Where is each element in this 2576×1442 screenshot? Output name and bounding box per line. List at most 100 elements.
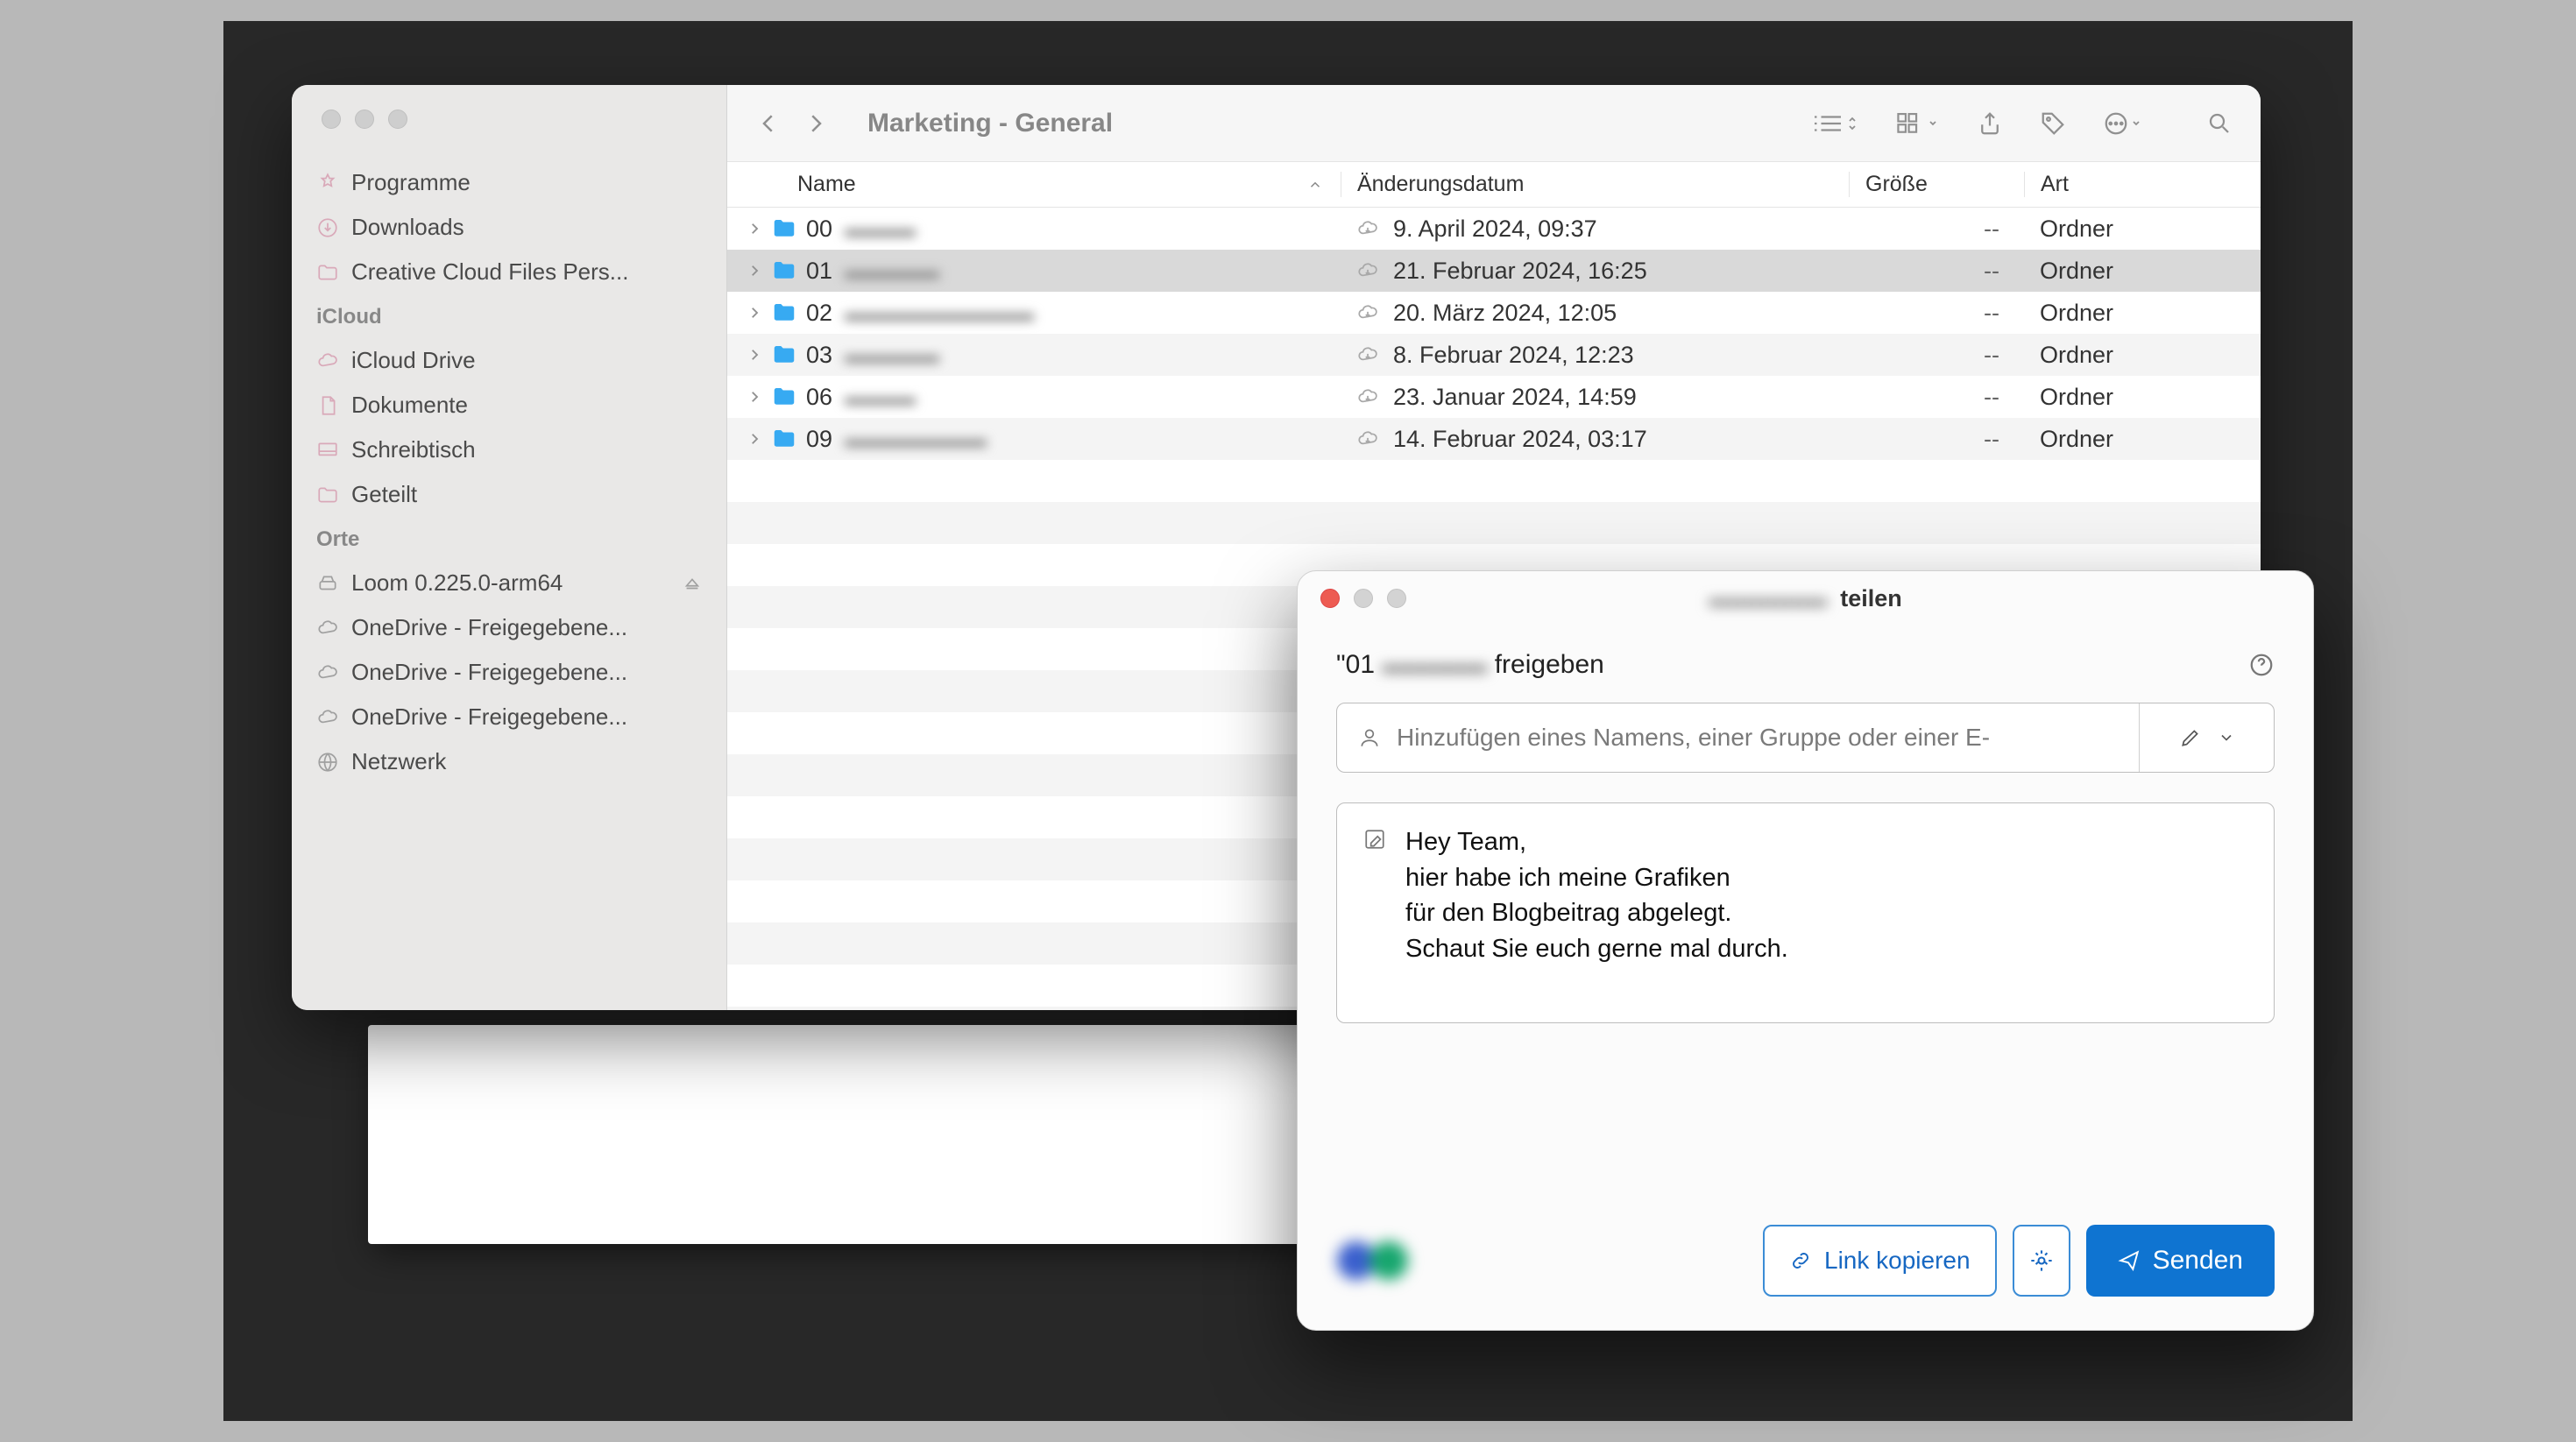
compose-icon: [1363, 828, 1386, 1001]
header-modified[interactable]: Änderungsdatum: [1341, 172, 1849, 197]
cloud-download-icon[interactable]: [1356, 217, 1379, 240]
apps-icon: [316, 172, 339, 194]
disclosure-chevron-icon[interactable]: [747, 305, 762, 321]
file-size: --: [1849, 258, 2024, 285]
header-name[interactable]: Name: [727, 172, 1341, 197]
folder-icon: [771, 342, 797, 368]
sidebar-item-netzwerk[interactable]: Netzwerk: [292, 739, 726, 784]
shared-avatars: [1336, 1241, 1433, 1281]
file-row[interactable]: 02▬▬▬▬▬▬▬▬20. März 2024, 12:05--Ordner: [727, 292, 2261, 334]
share-window-controls: [1320, 589, 1406, 608]
sidebar-item-downloads[interactable]: Downloads: [292, 205, 726, 250]
file-name-redacted: ▬▬▬▬: [845, 258, 939, 285]
sidebar-item-dokumente[interactable]: Dokumente: [292, 383, 726, 428]
disclosure-chevron-icon[interactable]: [747, 347, 762, 363]
minimize-button[interactable]: [1354, 589, 1373, 608]
download-icon: [316, 216, 339, 239]
file-date: 9. April 2024, 09:37: [1393, 216, 1597, 243]
file-date: 23. Januar 2024, 14:59: [1393, 384, 1637, 411]
sidebar-item-icloud-drive[interactable]: iCloud Drive: [292, 338, 726, 383]
share-message-box[interactable]: Hey Team, hier habe ich meine Grafiken f…: [1336, 802, 2275, 1023]
sidebar-group-orte: Orte: [292, 517, 726, 561]
close-button[interactable]: [322, 110, 341, 129]
sidebar-item-creative-cloud[interactable]: Creative Cloud Files Pers...: [292, 250, 726, 294]
view-list-button[interactable]: [1810, 110, 1859, 137]
file-kind: Ordner: [2024, 342, 2261, 369]
file-date: 20. März 2024, 12:05: [1393, 300, 1617, 327]
file-kind: Ordner: [2024, 384, 2261, 411]
disclosure-chevron-icon[interactable]: [747, 221, 762, 237]
cloud-download-icon[interactable]: [1356, 259, 1379, 282]
permission-dropdown[interactable]: [2139, 703, 2274, 772]
sidebar-label: Downloads: [351, 214, 464, 241]
sidebar-label: OneDrive - Freigegebene...: [351, 659, 627, 686]
sidebar-label: Creative Cloud Files Pers...: [351, 258, 628, 286]
file-row[interactable]: 06▬▬▬23. Januar 2024, 14:59--Ordner: [727, 376, 2261, 418]
link-icon: [1789, 1249, 1812, 1272]
file-kind: Ordner: [2024, 258, 2261, 285]
group-button[interactable]: [1896, 110, 1940, 137]
maximize-button[interactable]: [1387, 589, 1406, 608]
disclosure-chevron-icon[interactable]: [747, 263, 762, 279]
eject-icon[interactable]: [683, 574, 702, 593]
pencil-icon: [2179, 726, 2202, 749]
sidebar-item-onedrive-1[interactable]: OneDrive - Freigegebene...: [292, 605, 726, 650]
cloud-download-icon[interactable]: [1356, 385, 1379, 408]
folder-icon: [771, 258, 797, 284]
share-button[interactable]: [1977, 110, 2003, 137]
help-icon[interactable]: [2248, 652, 2275, 678]
file-row[interactable]: 09▬▬▬▬▬▬14. Februar 2024, 03:17--Ordner: [727, 418, 2261, 460]
cloud-download-icon[interactable]: [1356, 428, 1379, 450]
header-kind[interactable]: Art: [2024, 172, 2261, 197]
sidebar-item-programme[interactable]: Programme: [292, 160, 726, 205]
disclosure-chevron-icon[interactable]: [747, 389, 762, 405]
file-name-redacted: ▬▬▬▬▬▬: [845, 426, 987, 453]
sidebar-label: Geteilt: [351, 481, 417, 508]
sidebar-item-geteilt[interactable]: Geteilt: [292, 472, 726, 517]
cloud-icon: [316, 706, 339, 729]
recipients-input[interactable]: Hinzufügen eines Namens, einer Gruppe od…: [1337, 703, 2139, 772]
globe-icon: [316, 751, 339, 774]
settings-button[interactable]: [2013, 1225, 2070, 1297]
disclosure-chevron-icon[interactable]: [747, 431, 762, 447]
search-button[interactable]: [2206, 110, 2233, 137]
file-row[interactable]: 03▬▬▬▬8. Februar 2024, 12:23--Ordner: [727, 334, 2261, 376]
sidebar-label: OneDrive - Freigegebene...: [351, 614, 627, 641]
file-number: 03: [806, 342, 832, 369]
cloud-icon: [316, 350, 339, 372]
finder-sidebar: Programme Downloads Creative Cloud Files…: [292, 85, 727, 1010]
file-date: 14. Februar 2024, 03:17: [1393, 426, 1647, 453]
sidebar-item-schreibtisch[interactable]: Schreibtisch: [292, 428, 726, 472]
cloud-download-icon[interactable]: [1356, 301, 1379, 324]
header-size[interactable]: Größe: [1849, 172, 2024, 197]
window-title: Marketing - General: [867, 109, 1113, 138]
back-button[interactable]: [755, 110, 782, 137]
file-name-redacted: ▬▬▬▬▬▬▬▬: [845, 300, 1034, 327]
minimize-button[interactable]: [355, 110, 374, 129]
file-row[interactable]: 01▬▬▬▬21. Februar 2024, 16:25--Ordner: [727, 250, 2261, 292]
sidebar-item-loom[interactable]: Loom 0.225.0-arm64: [292, 561, 726, 605]
file-size: --: [1849, 216, 2024, 243]
maximize-button[interactable]: [388, 110, 407, 129]
send-button[interactable]: Senden: [2086, 1225, 2275, 1297]
sidebar-label: Netzwerk: [351, 748, 446, 775]
sidebar-item-onedrive-3[interactable]: OneDrive - Freigegebene...: [292, 695, 726, 739]
tag-button[interactable]: [2040, 110, 2066, 137]
file-number: 02: [806, 300, 832, 327]
file-row[interactable]: 00▬▬▬9. April 2024, 09:37--Ordner: [727, 208, 2261, 250]
forward-button[interactable]: [803, 110, 829, 137]
recipients-placeholder: Hinzufügen eines Namens, einer Gruppe od…: [1397, 724, 1990, 752]
close-button[interactable]: [1320, 589, 1340, 608]
file-kind: Ordner: [2024, 300, 2261, 327]
sidebar-item-onedrive-2[interactable]: OneDrive - Freigegebene...: [292, 650, 726, 695]
copy-link-button[interactable]: Link kopieren: [1763, 1225, 1997, 1297]
cloud-download-icon[interactable]: [1356, 343, 1379, 366]
file-name-redacted: ▬▬▬: [845, 384, 916, 411]
folder-icon: [771, 384, 797, 410]
file-name-redacted: ▬▬▬: [845, 216, 916, 243]
file-number: 00: [806, 216, 832, 243]
action-button[interactable]: [2103, 110, 2143, 137]
sidebar-label: Programme: [351, 169, 471, 196]
folder-icon: [771, 426, 797, 452]
disk-icon: [316, 572, 339, 595]
